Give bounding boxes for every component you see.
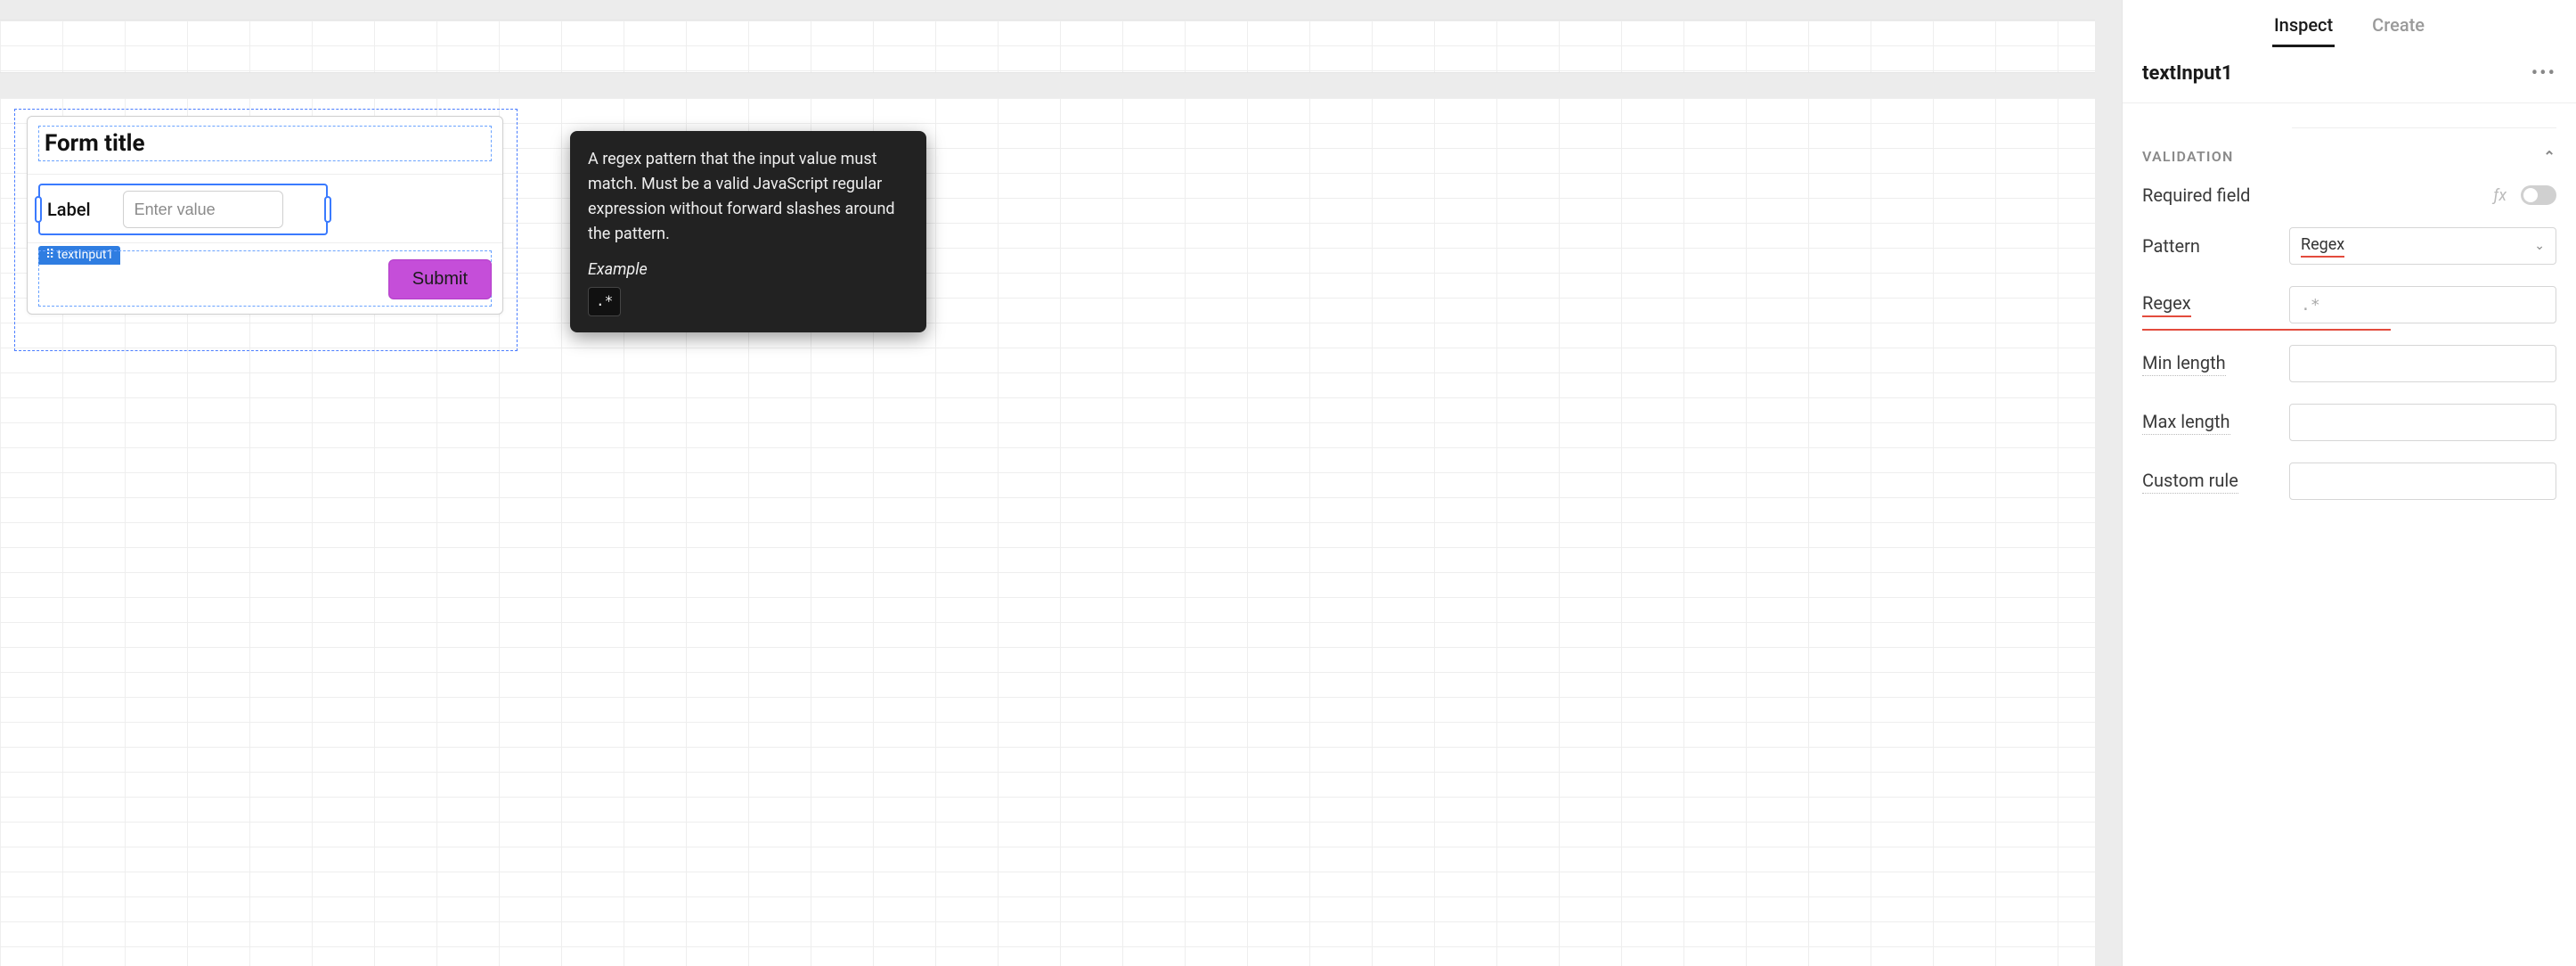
canvas-area[interactable]: Form title Label ⠿ textInput1 Submit	[0, 0, 2122, 966]
label-pattern: Pattern	[2142, 235, 2200, 257]
inspector-tabs: Inspect Create	[2123, 0, 2576, 48]
row-max-length: Max length	[2123, 393, 2576, 452]
section-validation-header[interactable]: VALIDATION ⌃	[2123, 128, 2576, 174]
regex-help-tooltip: A regex pattern that the input value mus…	[570, 131, 926, 332]
tooltip-example-label: Example	[588, 258, 909, 282]
label-custom-rule: Custom rule	[2142, 470, 2238, 494]
label-required-field: Required field	[2142, 184, 2250, 206]
select-pattern[interactable]: Regex ⌄	[2289, 227, 2556, 265]
tooltip-body: A regex pattern that the input value mus…	[588, 147, 909, 247]
select-pattern-value: Regex	[2301, 235, 2344, 258]
canvas-grid-top	[0, 20, 2095, 73]
row-regex: Regex .*	[2123, 275, 2576, 334]
form-body: Label ⠿ textInput1	[28, 175, 502, 243]
regex-underline-annotation	[2142, 329, 2391, 331]
row-required-field: Required field ƒx	[2123, 174, 2576, 217]
component-name[interactable]: textInput1	[2142, 62, 2233, 85]
resize-handle-right[interactable]	[324, 196, 331, 223]
row-pattern: Pattern Regex ⌄	[2123, 217, 2576, 275]
chevron-up-icon: ⌃	[2543, 148, 2556, 165]
fx-icon[interactable]: ƒx	[2493, 186, 2507, 205]
form-title[interactable]: Form title	[45, 130, 485, 157]
toggle-required-field[interactable]	[2521, 185, 2556, 205]
row-min-length: Min length	[2123, 334, 2576, 393]
text-input-label[interactable]: Label	[47, 199, 91, 220]
input-custom-rule[interactable]	[2289, 463, 2556, 500]
submit-button[interactable]: Submit	[388, 259, 492, 299]
input-min-length[interactable]	[2289, 345, 2556, 382]
label-max-length: Max length	[2142, 411, 2230, 435]
tab-inspect[interactable]: Inspect	[2272, 9, 2335, 47]
input-max-length[interactable]	[2289, 404, 2556, 441]
label-min-length: Min length	[2142, 352, 2226, 376]
input-regex[interactable]: .*	[2289, 286, 2556, 323]
form-title-selection[interactable]: Form title	[38, 126, 492, 161]
tooltip-example-value: .*	[588, 287, 621, 316]
chevron-down-icon: ⌄	[2534, 239, 2545, 253]
text-input-field[interactable]	[123, 191, 283, 228]
form-container[interactable]: Form title Label ⠿ textInput1 Submit	[27, 116, 503, 315]
component-header: textInput1 •••	[2123, 48, 2576, 103]
canvas-grid-main: Form title Label ⠿ textInput1 Submit	[0, 98, 2095, 966]
tab-create[interactable]: Create	[2370, 9, 2426, 47]
inspector-panel: Inspect Create textInput1 ••• VALIDATION…	[2122, 0, 2576, 966]
label-regex: Regex	[2142, 292, 2191, 317]
collapsed-edge	[2292, 103, 2556, 128]
form-header: Form title	[28, 117, 502, 175]
form-footer: Submit	[28, 243, 502, 314]
text-input-selected[interactable]: Label	[38, 184, 328, 235]
resize-handle-left[interactable]	[35, 196, 42, 223]
more-options-icon[interactable]: •••	[2531, 62, 2556, 85]
row-custom-rule: Custom rule	[2123, 452, 2576, 511]
section-validation-title: VALIDATION	[2142, 148, 2234, 165]
